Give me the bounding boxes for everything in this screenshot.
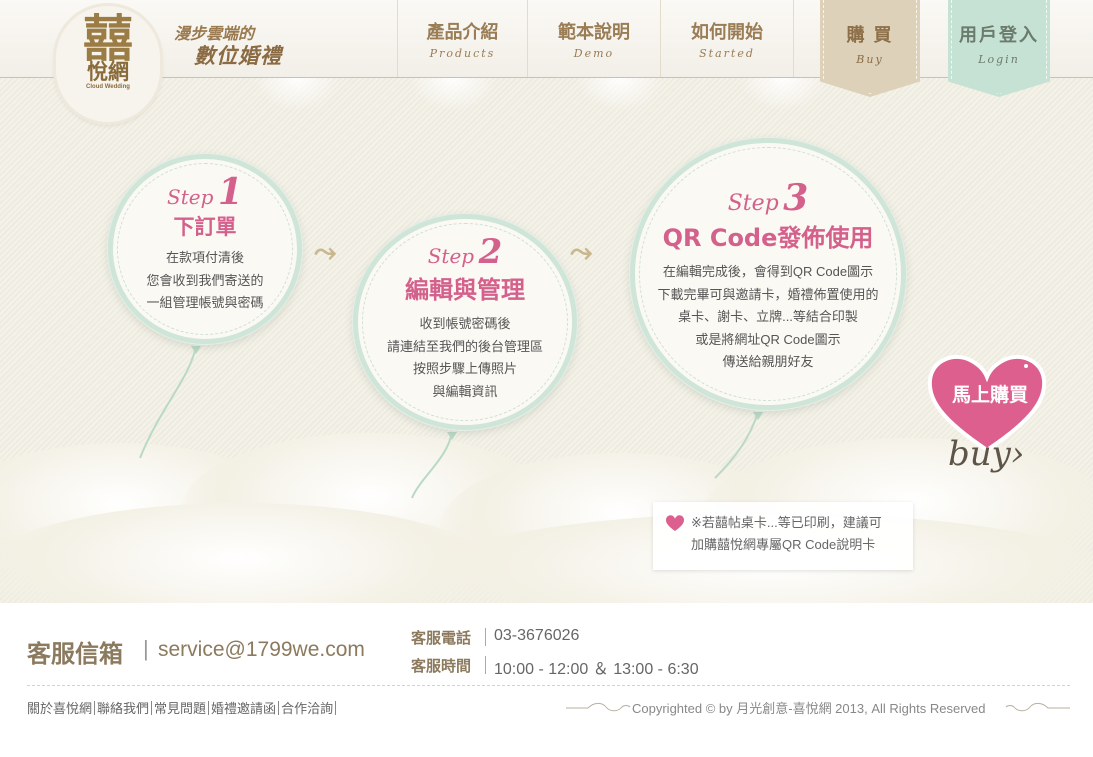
step-3-balloon: Step 3 QR Code發佈使用 在編輯完成後，會得到QR Code圖示 下… bbox=[630, 138, 906, 410]
step-arrow-icon: ⤳ bbox=[570, 236, 593, 267]
nav-products-sublabel: Products bbox=[429, 47, 496, 60]
service-mail-label: 客服信箱 bbox=[27, 641, 123, 668]
login-tab[interactable]: 用戶登入 Login bbox=[948, 0, 1050, 97]
logo-character: 囍 bbox=[83, 9, 133, 68]
footer-link-cooperation[interactable]: 合作洽詢 bbox=[281, 701, 333, 716]
logo-name: 悅網 bbox=[87, 61, 129, 84]
footer-divider bbox=[27, 685, 1070, 686]
step-2-balloon: Step 2 編輯與管理 收到帳號密碼後 請連結至我們的後台管理區 按照步驟上傳… bbox=[353, 214, 577, 430]
footer: 客服信箱 | service@1799we.com 客服電話 03-367602… bbox=[0, 603, 1093, 757]
footer-links: 關於喜悅網 聯絡我們 常見問題 婚禮邀請函 合作洽詢 bbox=[27, 698, 338, 717]
copyright-text: Copyrighted © by 月光創意-喜悅網 2013, All Righ… bbox=[632, 701, 986, 716]
footer-link-faq[interactable]: 常見問題 bbox=[154, 701, 206, 716]
footer-link-contact[interactable]: 聯絡我們 bbox=[97, 701, 149, 716]
service-hours-label: 客服時間 bbox=[411, 658, 472, 675]
buy-now-label: 馬上購買 bbox=[951, 385, 1028, 406]
logo[interactable]: 囍 悅網 Cloud Wedding bbox=[56, 6, 160, 122]
step-arrow-icon: ⤳ bbox=[314, 236, 337, 267]
nav-started-label: 如何開始 bbox=[691, 22, 763, 42]
nav-demo-sublabel: Demo bbox=[573, 47, 615, 60]
page: 漫步雲端的 數位婚禮 產品介紹 Products 範本說明 Demo 如何開始 … bbox=[0, 0, 1093, 757]
step-1-balloon: Step 1 下訂單 在款項付清後 您會收到我們寄送的 一組管理帳號與密碼 bbox=[108, 154, 302, 344]
logo-subtitle: Cloud Wedding bbox=[86, 84, 130, 90]
heart-icon bbox=[666, 515, 684, 531]
service-mail-separator: | bbox=[143, 636, 149, 661]
footer-link-invitation[interactable]: 婚禮邀請函 bbox=[211, 701, 276, 716]
tagline-line-2: 數位婚禮 bbox=[194, 45, 282, 68]
nav-started[interactable]: 如何開始 Started bbox=[660, 0, 794, 77]
nav-products-label: 產品介紹 bbox=[426, 22, 499, 42]
service-tel-value: 03-3676026 bbox=[494, 627, 580, 644]
service-tel-label: 客服電話 bbox=[411, 630, 472, 647]
buy-now-button[interactable]: 馬上購買 buy› bbox=[922, 350, 1052, 500]
footer-link-about[interactable]: 關於喜悅網 bbox=[27, 701, 92, 716]
main-banner: ⤳ ⤳ Step 1 下訂單 在款項付清後 您會收到我們寄送的 一組管理帳號與密… bbox=[0, 78, 1093, 603]
buy-script-text: buy› bbox=[948, 434, 1025, 474]
buy-tab[interactable]: 購 買 Buy bbox=[820, 0, 920, 97]
qr-note: ※若囍帖桌卡...等已印刷，建議可 加購囍悅網專屬QR Code說明卡 bbox=[653, 502, 913, 570]
nav-demo[interactable]: 範本說明 Demo bbox=[527, 0, 660, 77]
service-mail-link[interactable]: service@1799we.com bbox=[158, 638, 365, 662]
divider bbox=[485, 656, 486, 674]
service-hours-value: 10:00 - 12:00 ＆ 13:00 - 6:30 bbox=[494, 661, 699, 678]
nav-started-sublabel: Started bbox=[699, 47, 755, 60]
copyright-area: Copyrighted © by 月光創意-喜悅網 2013, All Righ… bbox=[566, 698, 1070, 716]
header: 漫步雲端的 數位婚禮 產品介紹 Products 範本說明 Demo 如何開始 … bbox=[0, 0, 1093, 80]
nav-demo-label: 範本說明 bbox=[558, 22, 630, 42]
divider bbox=[485, 628, 486, 646]
qr-note-text: ※若囍帖桌卡...等已印刷，建議可 加購囍悅網專屬QR Code說明卡 bbox=[691, 515, 882, 552]
nav-products[interactable]: 產品介紹 Products bbox=[397, 0, 527, 77]
